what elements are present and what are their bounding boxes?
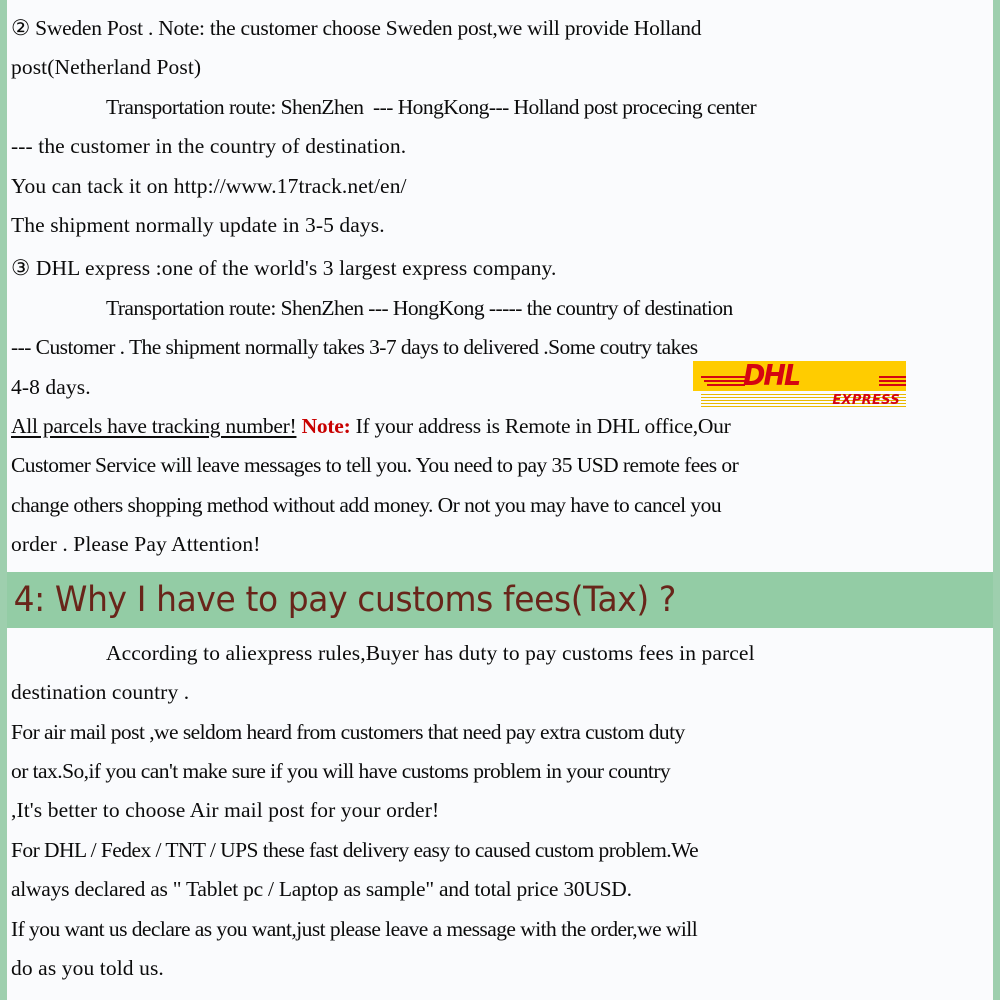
dhl-express-line-1: ③ DHL express :one of the world's 3 larg… (11, 256, 557, 281)
note-body-line-2: Customer Service will leave messages to … (11, 453, 739, 478)
dhl-streak-left-2 (704, 380, 745, 382)
section-4-line-6: For DHL / Fedex / TNT / UPS these fast d… (11, 837, 699, 862)
dhl-express-subtitle: EXPRESS (832, 393, 900, 408)
dhl-logo: DHL EXPRESS (693, 361, 906, 411)
sweden-post-tracking-url: You can tack it on http://www.17track.ne… (11, 173, 407, 198)
sweden-post-section: ② Sweden Post . Note: the customer choos… (7, 9, 993, 245)
note-body-line-3: change others shopping method without ad… (11, 492, 722, 517)
section-4-line-5: ,It's better to choose Air mail post for… (11, 798, 440, 823)
section-4-header-bar: 4: Why I have to pay customs fees(Tax) ? (7, 571, 993, 628)
dhl-logo-subtitle-area: EXPRESS (693, 391, 906, 411)
section-4-heading: 4: Why I have to pay customs fees(Tax) ? (13, 579, 677, 620)
top-spacer (7, 0, 993, 9)
dhl-streak-left-1 (701, 376, 745, 378)
note-body-1: If your address is Remote in DHL office,… (350, 414, 731, 439)
sweden-post-line-2: post(Netherland Post) (11, 55, 202, 80)
section-4-line-9: do as you told us. (11, 955, 164, 980)
dhl-wordmark: DHL (743, 361, 801, 393)
section-4-line-4: or tax.So,if you can't make sure if you … (11, 758, 671, 783)
note-label: Note: (301, 414, 351, 439)
section-4-line-3: For air mail post ,we seldom heard from … (11, 719, 685, 744)
sweden-post-update-time: The shipment normally update in 3-5 days… (11, 213, 385, 238)
sweden-post-line-1: ② Sweden Post . Note: the customer choos… (11, 16, 702, 40)
faq-document-page: ② Sweden Post . Note: the customer choos… (0, 0, 1000, 1000)
section-4-line-1: According to aliexpress rules,Buyer has … (106, 640, 755, 665)
sweden-post-line-4: --- the customer in the country of desti… (11, 134, 407, 159)
note-body-line-4: order . Please Pay Attention! (11, 532, 261, 557)
section-4-line-2: destination country . (11, 680, 190, 705)
sweden-post-route: Transportation route: ShenZhen --- HongK… (106, 94, 757, 119)
section-4-line-7: always declared as " Tablet pc / Laptop … (11, 877, 632, 902)
tracking-number-underlined: All parcels have tracking number! (11, 414, 297, 439)
dhl-express-route: Transportation route: ShenZhen --- HongK… (106, 295, 733, 320)
section-4-body: According to aliexpress rules,Buyer has … (7, 634, 993, 989)
section-4-line-8: If you want us declare as you want,just … (11, 916, 698, 941)
dhl-tracking-note-line: All parcels have tracking number! Note: … (11, 407, 989, 446)
dhl-streak-left-3 (707, 384, 745, 386)
